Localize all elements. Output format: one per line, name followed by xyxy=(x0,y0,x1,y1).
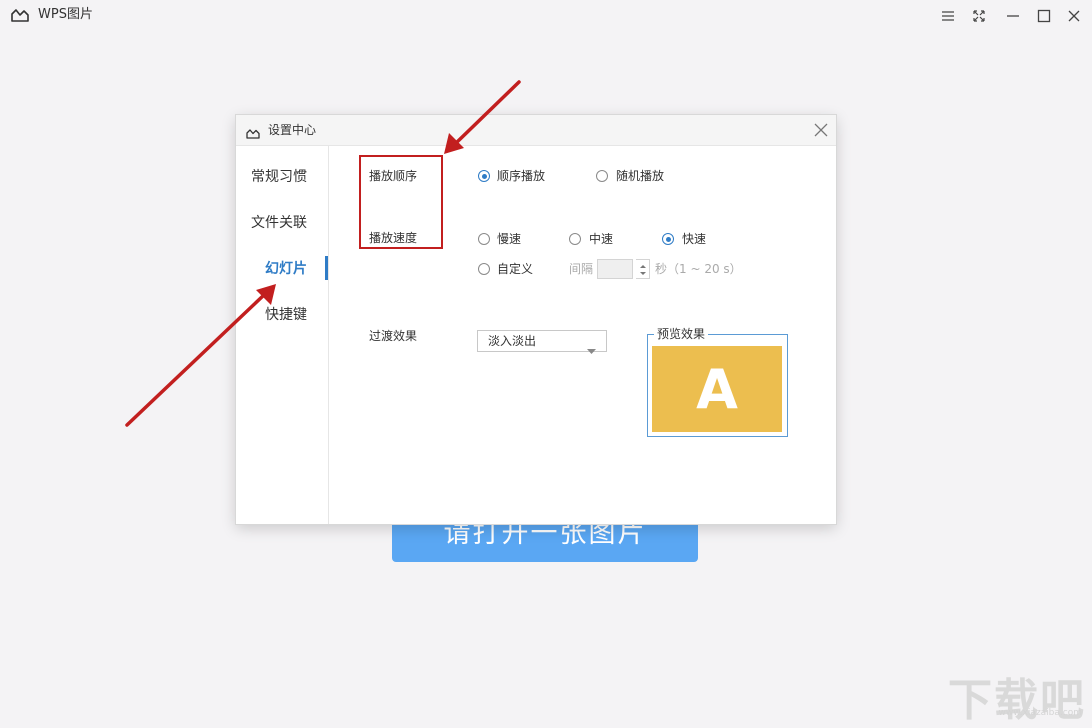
annotation-arrows xyxy=(0,0,1092,720)
watermark-url: www.xiazaiba.com xyxy=(998,708,1082,718)
arrow-to-play-order xyxy=(444,82,519,154)
watermark-logo: 下载吧 xyxy=(948,664,1086,728)
arrow-to-slideshow xyxy=(127,284,276,425)
